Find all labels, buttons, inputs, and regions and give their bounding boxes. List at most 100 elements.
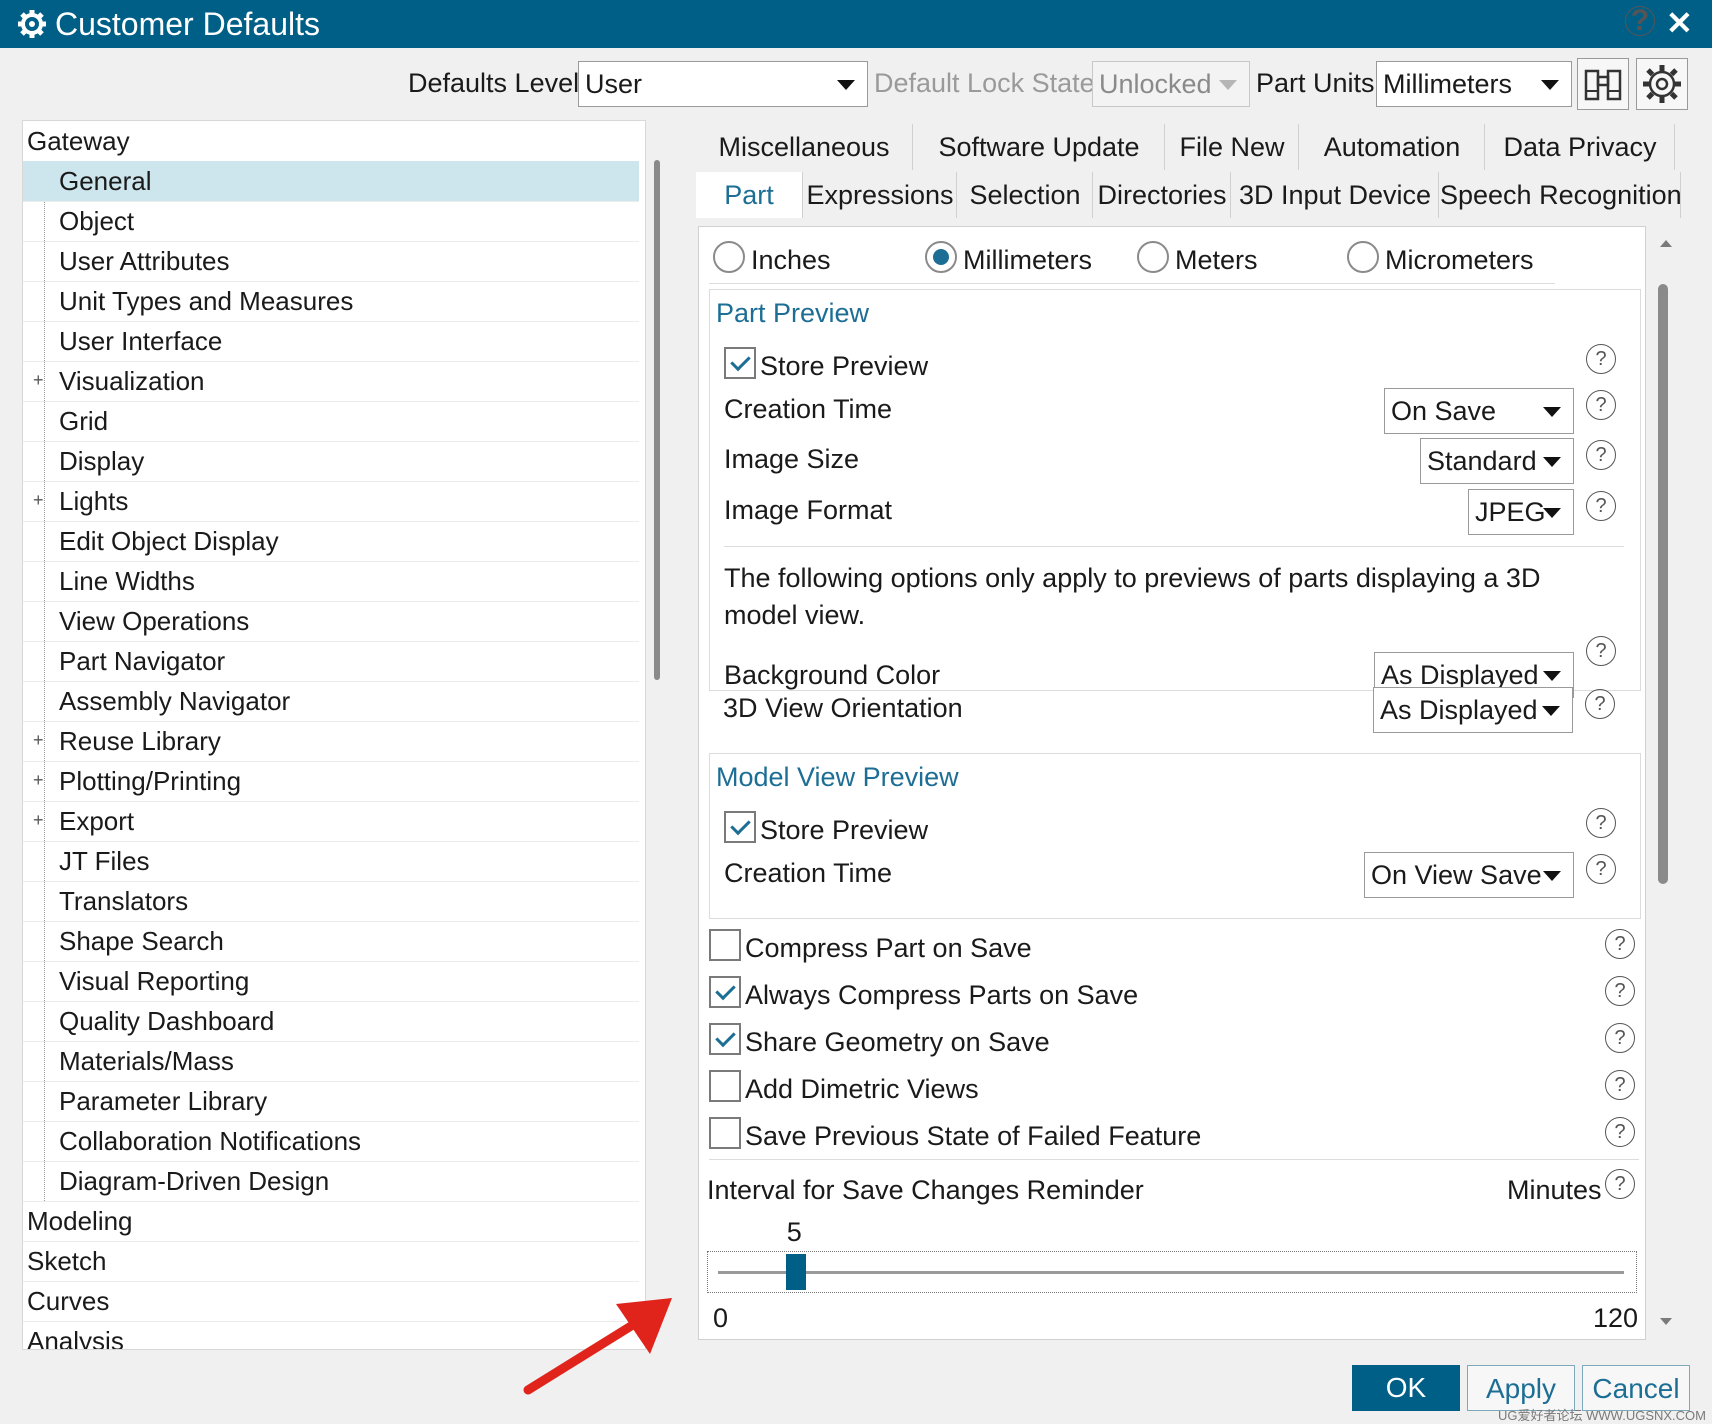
slider-thumb[interactable] [785,1254,806,1290]
tree-item[interactable]: View Operations [23,601,639,642]
tree-item[interactable]: Gateway [23,121,639,162]
tree-item-label: Visual Reporting [59,966,250,996]
tab-expressions[interactable]: Expressions [804,172,957,218]
option-checkbox[interactable] [709,1070,741,1102]
tree-item-label: View Operations [59,606,250,636]
chevron-down-icon [1543,508,1561,518]
settings-button[interactable] [1636,58,1688,110]
tree-item[interactable]: Sketch [23,1241,639,1282]
tree-item[interactable]: JT Files [23,841,639,882]
reminder-slider[interactable] [707,1251,1637,1293]
option-checkbox[interactable] [709,1117,741,1149]
help-button[interactable]: ? [1625,6,1655,36]
radio-micrometers[interactable] [1347,241,1379,273]
radio-label-millimeters: Millimeters [963,245,1093,275]
tree-item[interactable]: Assembly Navigator [23,681,639,722]
tab-speech-recognition[interactable]: Speech Recognition [1440,172,1682,218]
tree-item[interactable]: + Plotting/Printing [23,761,639,802]
tree-item[interactable]: Edit Object Display [23,521,639,562]
option-checkbox[interactable] [709,929,741,961]
orientation-label: 3D View Orientation [723,693,963,723]
help-icon[interactable]: ? [1586,344,1616,374]
tab-file-new[interactable]: File New [1166,124,1299,170]
content-scrollbar[interactable] [1658,284,1668,884]
ok-button[interactable]: OK [1352,1365,1460,1411]
tab-data-privacy[interactable]: Data Privacy [1486,124,1675,170]
tree-item[interactable]: + Export [23,801,639,842]
help-icon[interactable]: ? [1586,491,1616,521]
tree-item[interactable]: Grid [23,401,639,442]
tab-automation[interactable]: Automation [1300,124,1485,170]
tree-item-label: JT Files [59,846,150,876]
expand-icon[interactable]: + [33,491,47,509]
option-checkbox[interactable] [709,1023,741,1055]
part-units-value: Millimeters [1383,69,1513,99]
scroll-up-arrow[interactable] [1656,234,1676,254]
orientation-dropdown[interactable]: As Displayed [1373,687,1573,733]
tree-item[interactable]: Display [23,441,639,482]
help-icon[interactable]: ? [1605,1169,1635,1199]
creation-time-dropdown[interactable]: On Save [1384,388,1574,434]
tree-item[interactable]: Translators [23,881,639,922]
expand-icon[interactable]: + [33,811,47,829]
tree-item[interactable]: Object [23,201,639,242]
tree-item[interactable]: User Interface [23,321,639,362]
help-icon[interactable]: ? [1586,440,1616,470]
chevron-down-icon [1219,80,1237,90]
image-size-dropdown[interactable]: Standard [1420,438,1574,484]
tree-item-label: Quality Dashboard [59,1006,275,1036]
tree-item[interactable]: Collaboration Notifications [23,1121,639,1162]
expand-icon[interactable]: + [33,771,47,789]
model-creation-time-dropdown[interactable]: On View Save [1364,852,1574,898]
tree-item[interactable]: Visual Reporting [23,961,639,1002]
tab-software-update[interactable]: Software Update [914,124,1165,170]
option-checkbox[interactable] [709,976,741,1008]
part-units-dropdown[interactable]: Millimeters [1376,61,1572,107]
tree-item[interactable]: Unit Types and Measures [23,281,639,322]
tree-item[interactable]: General [23,161,639,202]
help-icon[interactable]: ? [1585,689,1615,719]
tree-item[interactable]: Quality Dashboard [23,1001,639,1042]
tree-item[interactable]: + Visualization [23,361,639,402]
tree-item[interactable]: Part Navigator [23,641,639,682]
help-icon[interactable]: ? [1586,390,1616,420]
expand-icon[interactable]: + [33,371,47,389]
help-icon[interactable]: ? [1605,1070,1635,1100]
tree-item[interactable]: Shape Search [23,921,639,962]
tree-item[interactable]: Modeling [23,1201,639,1242]
help-icon[interactable]: ? [1605,929,1635,959]
tree-item[interactable]: Materials/Mass [23,1041,639,1082]
help-icon[interactable]: ? [1605,1117,1635,1147]
tree-item[interactable]: Parameter Library [23,1081,639,1122]
help-icon[interactable]: ? [1605,1023,1635,1053]
tab-3d-input-device[interactable]: 3D Input Device [1232,172,1439,218]
defaults-level-dropdown[interactable]: User [578,61,868,107]
category-tree[interactable]: Gateway General Object User Attributes Unit … [22,120,646,1350]
expand-icon[interactable]: + [33,731,47,749]
tree-item[interactable]: + Lights [23,481,639,522]
radio-inches[interactable] [713,241,745,273]
find-button[interactable] [1577,58,1629,110]
help-icon[interactable]: ? [1605,976,1635,1006]
help-icon[interactable]: ? [1586,636,1616,666]
image-format-dropdown[interactable]: JPEG [1468,489,1574,535]
radio-meters[interactable] [1137,241,1169,273]
model-store-preview-checkbox[interactable] [724,811,756,843]
tree-item[interactable]: User Attributes [23,241,639,282]
tree-item[interactable]: Diagram-Driven Design [23,1161,639,1202]
tab-miscellaneous[interactable]: Miscellaneous [696,124,913,170]
scroll-down-arrow[interactable] [1656,1312,1676,1332]
help-icon[interactable]: ? [1586,854,1616,884]
part-store-preview-checkbox[interactable] [724,347,756,379]
help-icon[interactable]: ? [1586,808,1616,838]
radio-millimeters[interactable] [925,241,957,273]
tab-directories[interactable]: Directories [1094,172,1231,218]
preview-note: The following options only apply to prev… [724,563,1541,630]
tree-scrollbar[interactable] [654,160,660,680]
image-size-label: Image Size [724,444,860,474]
close-button[interactable]: ✕ [1666,4,1693,42]
tree-item[interactable]: + Reuse Library [23,721,639,762]
tab-selection[interactable]: Selection [958,172,1093,218]
tab-part[interactable]: Part [696,172,803,218]
tree-item[interactable]: Line Widths [23,561,639,602]
